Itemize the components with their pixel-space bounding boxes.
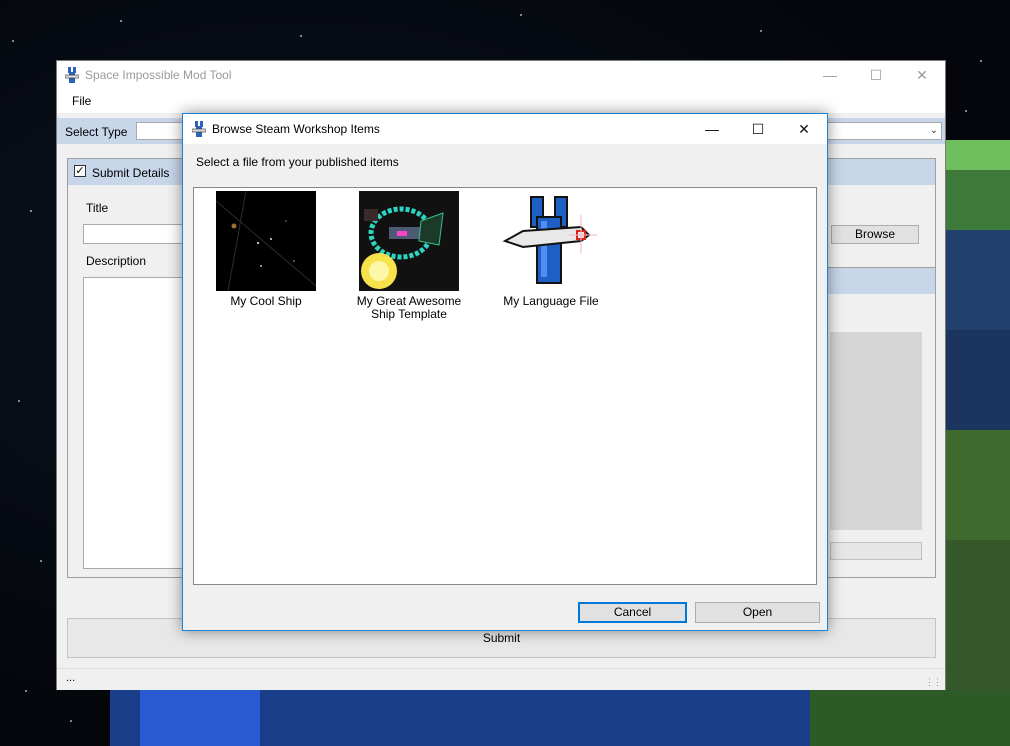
close-button[interactable]: ✕ <box>899 61 945 89</box>
status-bar: ... ⋮⋮ <box>57 668 945 690</box>
dialog-close-button[interactable]: ✕ <box>781 114 827 144</box>
browse-workshop-dialog: Browse Steam Workshop Items — ☐ ✕ Select… <box>182 113 828 631</box>
main-window-title: Space Impossible Mod Tool <box>85 68 232 82</box>
main-titlebar[interactable]: Space Impossible Mod Tool — ☐ ✕ <box>57 61 945 89</box>
dialog-maximize-button[interactable]: ☐ <box>735 114 781 144</box>
open-button[interactable]: Open <box>695 602 820 623</box>
ship-thumbnail <box>359 191 459 291</box>
maximize-button[interactable]: ☐ <box>853 61 899 89</box>
workshop-item-label: My Cool Ship <box>230 294 302 308</box>
wrench-app-icon <box>65 67 79 83</box>
minimize-button[interactable]: — <box>807 61 853 89</box>
dialog-prompt: Select a file from your published items <box>196 155 399 169</box>
preview-image-area <box>830 332 922 530</box>
preview-panel-header <box>828 268 935 294</box>
status-text: ... <box>66 672 76 684</box>
dialog-title: Browse Steam Workshop Items <box>212 122 380 136</box>
workshop-items-list[interactable]: My Cool Ship My Great Awesome Ship Templ… <box>193 187 817 585</box>
dialog-minimize-button[interactable]: — <box>689 114 735 144</box>
wrench-thumbnail <box>501 191 601 291</box>
resize-grip-icon[interactable]: ⋮⋮ <box>925 677 942 688</box>
browse-button[interactable]: Browse <box>831 225 919 244</box>
description-label: Description <box>86 254 147 268</box>
workshop-item[interactable]: My Great Awesome Ship Template <box>344 191 474 321</box>
menu-bar: File <box>57 89 945 113</box>
submit-details-label[interactable]: Submit Details <box>92 166 169 180</box>
workshop-item[interactable]: My Language File <box>486 191 616 308</box>
preview-panel <box>828 267 936 578</box>
submit-details-checkbox[interactable]: ✓ <box>74 165 86 177</box>
workshop-item-label: My Language File <box>503 294 599 308</box>
menu-file[interactable]: File <box>72 94 91 108</box>
wrench-app-icon <box>192 121 206 137</box>
chevron-down-icon: ⌄ <box>929 125 938 136</box>
select-type-label: Select Type <box>65 125 128 139</box>
workshop-item[interactable]: My Cool Ship <box>201 191 331 308</box>
dialog-titlebar[interactable]: Browse Steam Workshop Items — ☐ ✕ <box>183 114 827 144</box>
title-label: Title <box>86 201 109 215</box>
starfield-thumbnail <box>216 191 316 291</box>
cancel-button[interactable]: Cancel <box>578 602 687 623</box>
workshop-item-label: My Great Awesome Ship Template <box>356 294 462 321</box>
preview-path-field <box>830 542 922 560</box>
